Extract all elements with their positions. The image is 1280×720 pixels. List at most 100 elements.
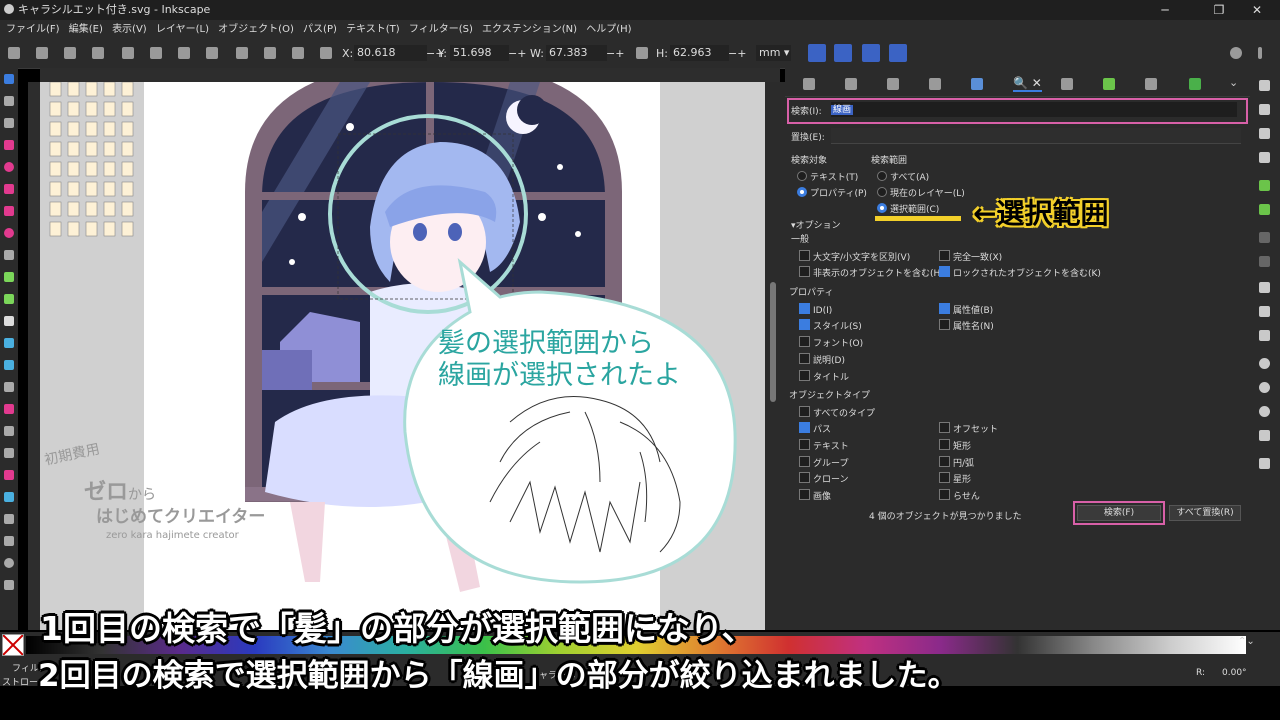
connector-tool-icon[interactable] (4, 492, 14, 502)
zoom-selection-icon[interactable] (1259, 358, 1270, 369)
menu-file[interactable]: ファイル(F) (6, 20, 60, 40)
tweak-tool-icon[interactable] (4, 118, 14, 128)
move-patterns-toggle[interactable] (889, 44, 907, 62)
export-icon[interactable] (1259, 204, 1270, 215)
opt-case-checkbox[interactable]: 大文字/小文字を区別(V) (799, 250, 910, 263)
move-gradients-toggle[interactable] (862, 44, 880, 62)
spray-tool-icon[interactable] (4, 448, 14, 458)
deselect-icon[interactable] (64, 47, 76, 59)
menu-layer[interactable]: レイヤー(L) (156, 20, 209, 40)
prop-title-checkbox[interactable]: タイトル (799, 370, 849, 383)
type-spiral-checkbox[interactable]: らせん (939, 489, 980, 502)
gradient-tool-icon[interactable] (4, 338, 14, 348)
calligraphy-tool-icon[interactable] (4, 294, 14, 304)
zoom-drawing-icon[interactable] (1259, 382, 1270, 393)
raise-top-icon[interactable] (122, 47, 134, 59)
opt-hidden-checkbox[interactable]: 非表示のオブジェクトを含む(H) (799, 266, 944, 279)
scale-corners-toggle[interactable] (834, 44, 852, 62)
find-tab-icon[interactable]: 🔍 ✕ (1013, 76, 1042, 92)
lock-icon[interactable] (636, 47, 648, 59)
print-icon[interactable] (1259, 152, 1270, 163)
menu-help[interactable]: ヘルプ(H) (586, 20, 631, 40)
rotation-value[interactable]: 0.00° (1222, 668, 1247, 678)
align-tab-icon[interactable] (971, 78, 983, 90)
paint-bucket-tool-icon[interactable] (4, 404, 14, 414)
measure-tool-icon[interactable] (4, 514, 14, 524)
more-options-icon[interactable] (1258, 47, 1262, 59)
replace-all-button[interactable]: すべて置換(R) (1169, 505, 1241, 521)
new-document-icon[interactable] (1259, 80, 1270, 91)
w-stepper[interactable]: −+ (606, 47, 624, 60)
scope-all-radio[interactable]: すべて(A) (877, 170, 929, 183)
select-all-icon[interactable] (8, 47, 20, 59)
type-all-checkbox[interactable]: すべてのタイプ (799, 406, 875, 419)
replace-input[interactable] (831, 128, 1241, 144)
type-image-checkbox[interactable]: 画像 (799, 489, 831, 502)
swatches-tab-icon[interactable] (1189, 78, 1201, 90)
close-button[interactable]: ✕ (1234, 0, 1280, 20)
rotate-ccw-icon[interactable] (92, 47, 104, 59)
text-tool-icon[interactable] (4, 316, 14, 326)
zoom-tool-icon[interactable] (4, 558, 14, 568)
type-text-checkbox[interactable]: テキスト (799, 439, 849, 452)
layers-tab-icon[interactable] (845, 78, 857, 90)
pages-tool-icon[interactable] (4, 580, 14, 590)
type-clone-checkbox[interactable]: クローン (799, 472, 849, 485)
redo-icon[interactable] (1259, 256, 1270, 267)
selector-tool-icon[interactable] (4, 74, 14, 84)
node-tool-icon[interactable] (4, 96, 14, 106)
x-input[interactable]: 80.618 (354, 45, 427, 61)
prop-desc-checkbox[interactable]: 説明(D) (799, 353, 845, 366)
scope-selection-radio[interactable]: 選択範囲(C) (877, 202, 939, 215)
xml-editor-tab-icon[interactable] (887, 78, 899, 90)
flip-vertical-icon[interactable] (206, 47, 218, 59)
zoom-width-icon[interactable] (1259, 430, 1270, 441)
scale-stroke-toggle[interactable] (808, 44, 826, 62)
flip-horizontal-icon[interactable] (178, 47, 190, 59)
commands-overflow-icon[interactable] (1259, 458, 1270, 469)
paste-icon[interactable] (1259, 330, 1270, 341)
import-icon[interactable] (1259, 180, 1270, 191)
tweak-object-tool-icon[interactable] (4, 426, 14, 436)
opt-exact-checkbox[interactable]: 完全一致(X) (939, 250, 1002, 263)
target-text-radio[interactable]: テキスト(T) (797, 170, 858, 183)
spiral-tool-icon[interactable] (4, 228, 14, 238)
vertical-ruler[interactable] (28, 82, 40, 630)
menu-path[interactable]: パス(P) (303, 20, 337, 40)
snap-icon[interactable] (1230, 47, 1242, 59)
save-icon[interactable] (1259, 128, 1270, 139)
find-button[interactable]: 検索(F) (1077, 505, 1161, 521)
raise-icon[interactable] (150, 47, 162, 59)
select-all-layers-icon[interactable] (36, 47, 48, 59)
h-input[interactable]: 62.963 (670, 45, 729, 61)
unit-select[interactable]: mm ▾ (756, 45, 791, 61)
cut-icon[interactable] (1259, 306, 1270, 317)
star-tool-icon[interactable] (4, 184, 14, 194)
ellipse-tool-icon[interactable] (4, 162, 14, 172)
type-rect-checkbox[interactable]: 矩形 (939, 439, 971, 452)
align-icon[interactable] (292, 47, 304, 59)
prop-attr-name-checkbox[interactable]: 属性名(N) (939, 319, 994, 332)
target-property-radio[interactable]: プロパティ(P) (797, 186, 867, 199)
pen-tool-icon[interactable] (4, 272, 14, 282)
y-stepper[interactable]: −+ (508, 47, 526, 60)
prop-style-checkbox[interactable]: スタイル(S) (799, 319, 862, 332)
prop-attr-value-checkbox[interactable]: 属性値(B) (939, 303, 993, 316)
type-star-checkbox[interactable]: 星形 (939, 472, 971, 485)
tabs-overflow-icon[interactable]: ⌄ (1229, 76, 1238, 89)
type-offset-checkbox[interactable]: オフセット (939, 422, 998, 435)
menu-text[interactable]: テキスト(T) (346, 20, 400, 40)
y-input[interactable]: 51.698 (450, 45, 509, 61)
menu-view[interactable]: 表示(V) (112, 20, 147, 40)
3d-box-tool-icon[interactable] (4, 206, 14, 216)
rect-tool-icon[interactable] (4, 140, 14, 150)
distribute-icon[interactable] (320, 47, 332, 59)
prop-id-checkbox[interactable]: ID(I) (799, 303, 832, 316)
prop-font-checkbox[interactable]: フォント(O) (799, 336, 863, 349)
w-input[interactable]: 67.383 (546, 45, 607, 61)
type-group-checkbox[interactable]: グループ (799, 456, 848, 469)
lpe-tool-icon[interactable] (4, 536, 14, 546)
open-icon[interactable] (1259, 104, 1270, 115)
menu-edit[interactable]: 編集(E) (69, 20, 103, 40)
mesh-tool-icon[interactable] (4, 360, 14, 370)
